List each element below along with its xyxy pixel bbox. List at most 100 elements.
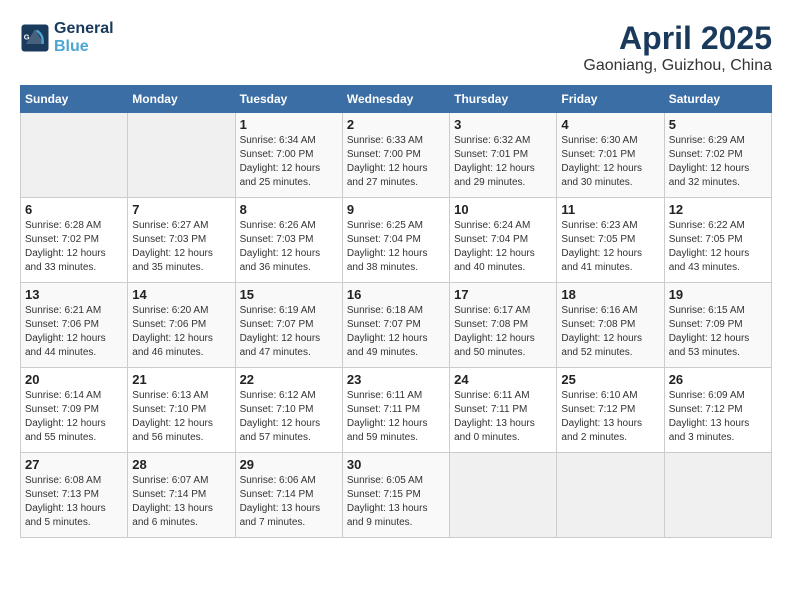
- day-info: Sunrise: 6:32 AM Sunset: 7:01 PM Dayligh…: [454, 134, 552, 190]
- day-number: 4: [561, 117, 659, 132]
- day-number: 5: [669, 117, 767, 132]
- day-info: Sunrise: 6:08 AM Sunset: 7:13 PM Dayligh…: [25, 474, 123, 530]
- day-number: 9: [347, 202, 445, 217]
- day-info: Sunrise: 6:33 AM Sunset: 7:00 PM Dayligh…: [347, 134, 445, 190]
- day-info: Sunrise: 6:30 AM Sunset: 7:01 PM Dayligh…: [561, 134, 659, 190]
- calendar-week-3: 13 Sunrise: 6:21 AM Sunset: 7:06 PM Dayli…: [21, 283, 772, 368]
- day-info: Sunrise: 6:23 AM Sunset: 7:05 PM Dayligh…: [561, 219, 659, 275]
- calendar-cell: 26 Sunrise: 6:09 AM Sunset: 7:12 PM Dayli…: [664, 368, 771, 453]
- calendar-cell: [664, 453, 771, 538]
- svg-text:G: G: [24, 33, 30, 42]
- weekday-header-wednesday: Wednesday: [342, 86, 449, 113]
- day-number: 21: [132, 372, 230, 387]
- calendar-cell: 15Sunrise: 6:19 AM Sunset: 7:07 PM Dayli…: [235, 283, 342, 368]
- day-number: 1: [240, 117, 338, 132]
- calendar-cell: 21 Sunrise: 6:13 AM Sunset: 7:10 PM Dayli…: [128, 368, 235, 453]
- day-number: 23: [347, 372, 445, 387]
- day-number: 19: [669, 287, 767, 302]
- calendar-cell: 27 Sunrise: 6:08 AM Sunset: 7:13 PM Dayli…: [21, 453, 128, 538]
- day-info: Sunrise: 6:21 AM Sunset: 7:06 PM Dayligh…: [25, 304, 123, 360]
- day-info: Sunrise: 6:12 AM Sunset: 7:10 PM Dayligh…: [240, 389, 338, 445]
- calendar-cell: 16Sunrise: 6:18 AM Sunset: 7:07 PM Dayli…: [342, 283, 449, 368]
- day-number: 11: [561, 202, 659, 217]
- weekday-header-thursday: Thursday: [450, 86, 557, 113]
- day-number: 25: [561, 372, 659, 387]
- day-info: Sunrise: 6:06 AM Sunset: 7:14 PM Dayligh…: [240, 474, 338, 530]
- day-info: Sunrise: 6:11 AM Sunset: 7:11 PM Dayligh…: [347, 389, 445, 445]
- calendar-cell: [557, 453, 664, 538]
- calendar-cell: 8 Sunrise: 6:26 AM Sunset: 7:03 PM Daylig…: [235, 198, 342, 283]
- calendar-cell: 24 Sunrise: 6:11 AM Sunset: 7:11 PM Dayli…: [450, 368, 557, 453]
- day-number: 30: [347, 457, 445, 472]
- day-info: Sunrise: 6:34 AM Sunset: 7:00 PM Dayligh…: [240, 134, 338, 190]
- weekday-header-tuesday: Tuesday: [235, 86, 342, 113]
- day-number: 6: [25, 202, 123, 217]
- day-info: Sunrise: 6:18 AM Sunset: 7:07 PM Dayligh…: [347, 304, 445, 360]
- calendar-cell: 2 Sunrise: 6:33 AM Sunset: 7:00 PM Daylig…: [342, 113, 449, 198]
- day-number: 20: [25, 372, 123, 387]
- day-info: Sunrise: 6:22 AM Sunset: 7:05 PM Dayligh…: [669, 219, 767, 275]
- day-number: 28: [132, 457, 230, 472]
- weekday-header-row: SundayMondayTuesdayWednesdayThursdayFrid…: [21, 86, 772, 113]
- day-info: Sunrise: 6:13 AM Sunset: 7:10 PM Dayligh…: [132, 389, 230, 445]
- calendar-cell: 12 Sunrise: 6:22 AM Sunset: 7:05 PM Dayli…: [664, 198, 771, 283]
- day-info: Sunrise: 6:15 AM Sunset: 7:09 PM Dayligh…: [669, 304, 767, 360]
- day-info: Sunrise: 6:10 AM Sunset: 7:12 PM Dayligh…: [561, 389, 659, 445]
- weekday-header-friday: Friday: [557, 86, 664, 113]
- day-info: Sunrise: 6:20 AM Sunset: 7:06 PM Dayligh…: [132, 304, 230, 360]
- calendar-cell: 22 Sunrise: 6:12 AM Sunset: 7:10 PM Dayli…: [235, 368, 342, 453]
- day-info: Sunrise: 6:25 AM Sunset: 7:04 PM Dayligh…: [347, 219, 445, 275]
- calendar-cell: 28 Sunrise: 6:07 AM Sunset: 7:14 PM Dayli…: [128, 453, 235, 538]
- calendar-week-5: 27 Sunrise: 6:08 AM Sunset: 7:13 PM Dayli…: [21, 453, 772, 538]
- day-info: Sunrise: 6:14 AM Sunset: 7:09 PM Dayligh…: [25, 389, 123, 445]
- logo: G General Blue: [20, 20, 114, 56]
- calendar-cell: 4 Sunrise: 6:30 AM Sunset: 7:01 PM Daylig…: [557, 113, 664, 198]
- day-info: Sunrise: 6:24 AM Sunset: 7:04 PM Dayligh…: [454, 219, 552, 275]
- calendar-cell: 7Sunrise: 6:27 AM Sunset: 7:03 PM Daylig…: [128, 198, 235, 283]
- day-info: Sunrise: 6:17 AM Sunset: 7:08 PM Dayligh…: [454, 304, 552, 360]
- calendar-week-1: 1 Sunrise: 6:34 AM Sunset: 7:00 PM Daylig…: [21, 113, 772, 198]
- calendar-cell: [21, 113, 128, 198]
- logo-text: General Blue: [54, 20, 114, 56]
- calendar-cell: [450, 453, 557, 538]
- day-info: Sunrise: 6:05 AM Sunset: 7:15 PM Dayligh…: [347, 474, 445, 530]
- calendar-cell: 18 Sunrise: 6:16 AM Sunset: 7:08 PM Dayli…: [557, 283, 664, 368]
- calendar-table: SundayMondayTuesdayWednesdayThursdayFrid…: [20, 85, 772, 538]
- calendar-cell: 19 Sunrise: 6:15 AM Sunset: 7:09 PM Dayli…: [664, 283, 771, 368]
- calendar-cell: 1 Sunrise: 6:34 AM Sunset: 7:00 PM Daylig…: [235, 113, 342, 198]
- day-number: 27: [25, 457, 123, 472]
- day-info: Sunrise: 6:16 AM Sunset: 7:08 PM Dayligh…: [561, 304, 659, 360]
- day-info: Sunrise: 6:09 AM Sunset: 7:12 PM Dayligh…: [669, 389, 767, 445]
- month-year: April 2025: [583, 20, 772, 57]
- day-number: 26: [669, 372, 767, 387]
- calendar-cell: 3Sunrise: 6:32 AM Sunset: 7:01 PM Daylig…: [450, 113, 557, 198]
- day-number: 8: [240, 202, 338, 217]
- day-number: 22: [240, 372, 338, 387]
- day-number: 2: [347, 117, 445, 132]
- day-info: Sunrise: 6:29 AM Sunset: 7:02 PM Dayligh…: [669, 134, 767, 190]
- day-info: Sunrise: 6:07 AM Sunset: 7:14 PM Dayligh…: [132, 474, 230, 530]
- day-number: 17: [454, 287, 552, 302]
- day-number: 12: [669, 202, 767, 217]
- calendar-week-2: 6 Sunrise: 6:28 AM Sunset: 7:02 PM Daylig…: [21, 198, 772, 283]
- calendar-cell: 25 Sunrise: 6:10 AM Sunset: 7:12 PM Dayli…: [557, 368, 664, 453]
- day-info: Sunrise: 6:26 AM Sunset: 7:03 PM Dayligh…: [240, 219, 338, 275]
- calendar-cell: 14 Sunrise: 6:20 AM Sunset: 7:06 PM Dayli…: [128, 283, 235, 368]
- day-number: 7: [132, 202, 230, 217]
- calendar-week-4: 20 Sunrise: 6:14 AM Sunset: 7:09 PM Dayli…: [21, 368, 772, 453]
- calendar-cell: 20 Sunrise: 6:14 AM Sunset: 7:09 PM Dayli…: [21, 368, 128, 453]
- weekday-header-monday: Monday: [128, 86, 235, 113]
- title-block: April 2025 Gaoniang, Guizhou, China: [583, 20, 772, 75]
- calendar-cell: 29Sunrise: 6:06 AM Sunset: 7:14 PM Dayli…: [235, 453, 342, 538]
- calendar-cell: 6 Sunrise: 6:28 AM Sunset: 7:02 PM Daylig…: [21, 198, 128, 283]
- page-header: G General Blue April 2025 Gaoniang, Guiz…: [20, 20, 772, 75]
- day-info: Sunrise: 6:11 AM Sunset: 7:11 PM Dayligh…: [454, 389, 552, 445]
- day-number: 18: [561, 287, 659, 302]
- day-number: 14: [132, 287, 230, 302]
- day-number: 15: [240, 287, 338, 302]
- calendar-cell: [128, 113, 235, 198]
- day-info: Sunrise: 6:28 AM Sunset: 7:02 PM Dayligh…: [25, 219, 123, 275]
- day-number: 24: [454, 372, 552, 387]
- calendar-cell: 23 Sunrise: 6:11 AM Sunset: 7:11 PM Dayli…: [342, 368, 449, 453]
- day-number: 13: [25, 287, 123, 302]
